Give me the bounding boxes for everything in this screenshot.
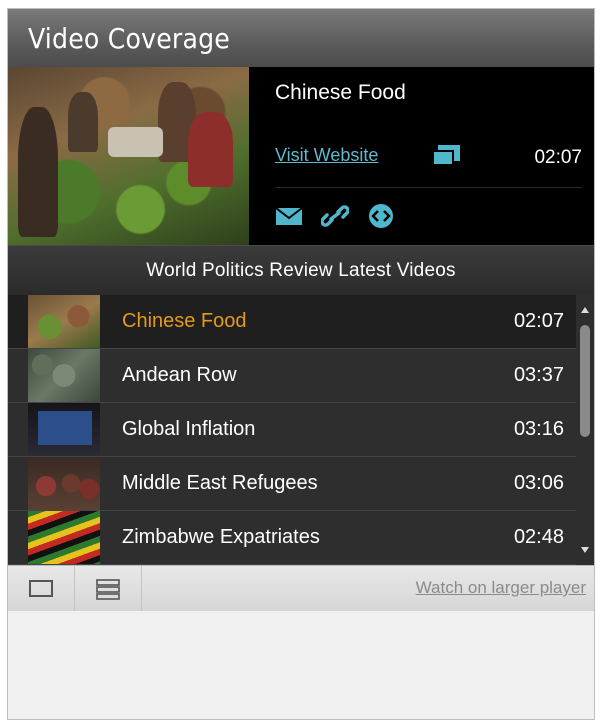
- divider: [275, 187, 582, 188]
- video-thumbnail: [28, 295, 100, 348]
- video-title: Zimbabwe Expatriates: [122, 526, 320, 548]
- vendor-figure: [188, 112, 233, 187]
- scroll-up-icon[interactable]: [581, 307, 589, 313]
- video-thumbnail: [28, 403, 100, 456]
- featured-video-thumbnail[interactable]: [8, 67, 249, 245]
- video-thumbnail: [28, 457, 100, 510]
- watch-larger-player-link[interactable]: Watch on larger player: [416, 578, 586, 598]
- popout-icon[interactable]: [432, 145, 460, 167]
- produce-crate: [108, 127, 163, 157]
- featured-video-duration: 02:07: [534, 147, 582, 168]
- video-title: Chinese Food: [122, 310, 247, 332]
- video-thumbnail: [28, 511, 100, 564]
- list-view-icon: [96, 579, 120, 600]
- video-list-item[interactable]: Chinese Food 02:07: [8, 295, 594, 349]
- video-title: Global Inflation: [122, 418, 256, 440]
- featured-video-title: Chinese Food: [275, 81, 406, 104]
- video-duration: 02:07: [513, 310, 564, 332]
- video-duration: 03:06: [513, 472, 564, 494]
- single-view-icon: [29, 580, 53, 597]
- embed-icon[interactable]: [367, 203, 395, 229]
- video-title: Middle East Refugees: [122, 472, 318, 494]
- video-widget: Video Coverage Chinese Food Visit Websit…: [7, 8, 595, 720]
- video-list: Chinese Food 02:07 Andean Row 03:37 Glob…: [8, 295, 594, 565]
- featured-video: Chinese Food Visit Website 02:07: [8, 67, 594, 245]
- video-list-item[interactable]: Zimbabwe Expatriates 02:48: [8, 511, 594, 565]
- video-duration: 03:16: [513, 418, 564, 440]
- video-title: Andean Row: [122, 364, 237, 386]
- empty-panel: [8, 611, 594, 719]
- featured-video-info: Chinese Food Visit Website 02:07: [249, 67, 594, 245]
- email-icon[interactable]: [275, 203, 303, 229]
- video-duration: 02:48: [513, 526, 564, 548]
- vendor-figure: [68, 92, 98, 152]
- video-list-item[interactable]: Middle East Refugees 03:06: [8, 457, 594, 511]
- vendor-figure: [18, 107, 58, 237]
- link-icon[interactable]: [321, 203, 349, 229]
- video-list-item[interactable]: Global Inflation 03:16: [8, 403, 594, 457]
- list-view-button[interactable]: [75, 566, 142, 612]
- latest-videos-header: World Politics Review Latest Videos: [8, 245, 594, 295]
- scrollbar-thumb[interactable]: [580, 325, 590, 437]
- video-list-item[interactable]: Andean Row 03:37: [8, 349, 594, 403]
- single-view-button[interactable]: [8, 566, 75, 612]
- video-duration: 03:37: [513, 364, 564, 386]
- list-scrollbar[interactable]: [576, 295, 594, 565]
- visit-website-link[interactable]: Visit Website: [275, 145, 378, 166]
- widget-title: Video Coverage: [28, 21, 231, 55]
- widget-header: Video Coverage: [8, 9, 594, 67]
- share-icons: [275, 203, 395, 229]
- video-thumbnail: [28, 349, 100, 402]
- scroll-down-icon[interactable]: [581, 547, 589, 553]
- latest-videos-heading: World Politics Review Latest Videos: [146, 259, 456, 281]
- widget-footer: Watch on larger player: [8, 565, 594, 612]
